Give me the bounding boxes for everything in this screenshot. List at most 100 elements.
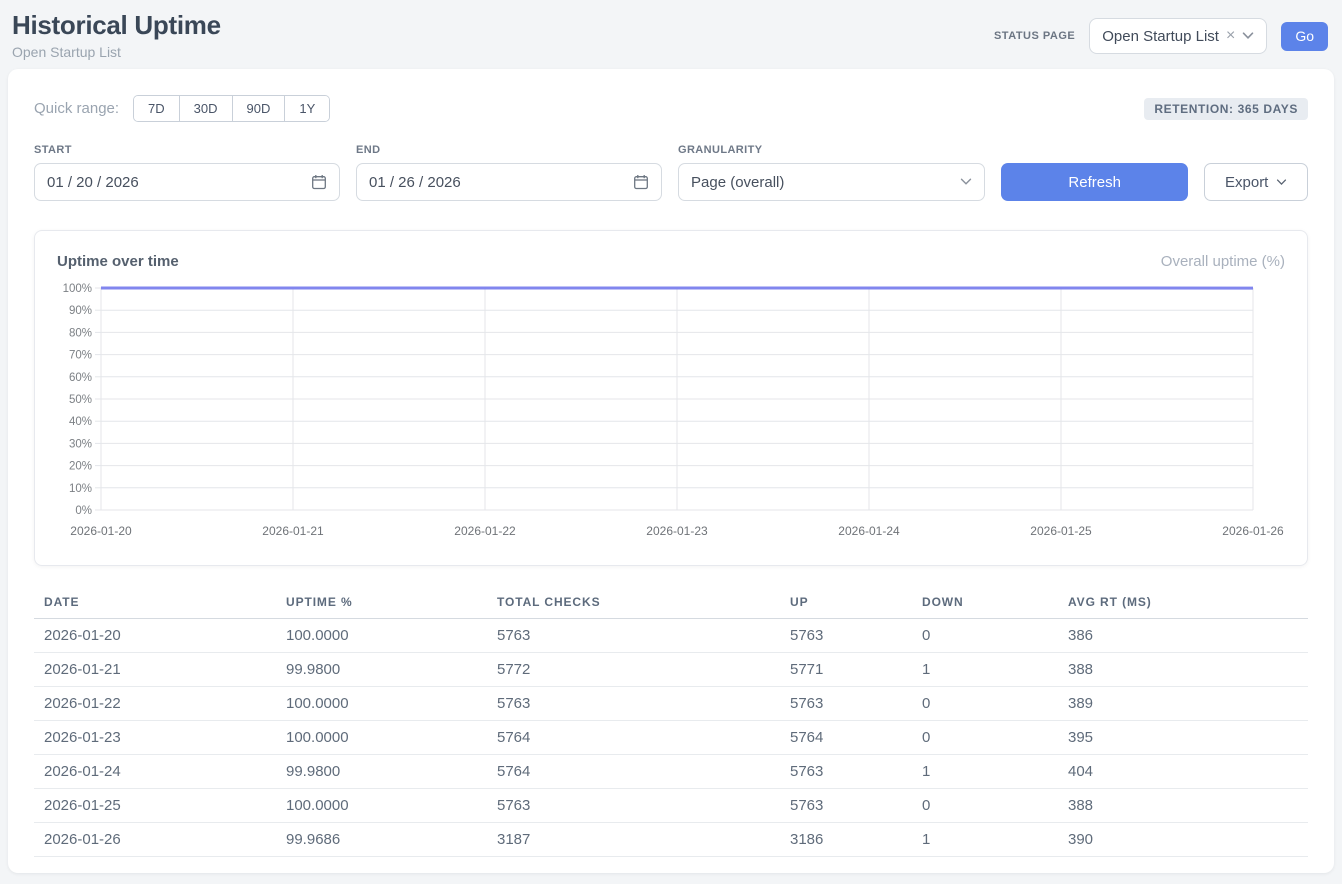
table-cell: 2026-01-20 [34, 619, 276, 653]
table-cell: 5763 [780, 687, 912, 721]
chevron-down-icon [1242, 32, 1254, 40]
table-cell: 5764 [487, 755, 780, 789]
table-cell: 5763 [780, 619, 912, 653]
x-axis-label: 2026-01-21 [262, 524, 324, 538]
column-header: DATE [34, 588, 276, 619]
uptime-chart-card: Uptime over time Overall uptime (%) 0%10… [34, 230, 1308, 566]
table-cell: 2026-01-24 [34, 755, 276, 789]
calendar-icon[interactable] [311, 174, 327, 190]
table-cell: 5772 [487, 653, 780, 687]
calendar-icon[interactable] [633, 174, 649, 190]
svg-text:80%: 80% [69, 327, 92, 339]
column-header: DOWN [912, 588, 1058, 619]
column-header: AVG RT (MS) [1058, 588, 1308, 619]
chart-title: Uptime over time [57, 253, 179, 270]
end-date-input[interactable]: 01 / 26 / 2026 [356, 163, 662, 201]
table-cell: 386 [1058, 619, 1308, 653]
quick-range-1y[interactable]: 1Y [284, 96, 329, 121]
table-row: 2026-01-2499.9800576457631404 [34, 755, 1308, 789]
granularity-value: Page (overall) [691, 174, 784, 191]
table-cell: 100.0000 [276, 721, 487, 755]
main-panel: Quick range: 7D30D90D1Y RETENTION: 365 D… [8, 69, 1334, 873]
table-cell: 0 [912, 619, 1058, 653]
x-axis-label: 2026-01-22 [454, 524, 516, 538]
page-subtitle: Open Startup List [12, 44, 221, 60]
table-cell: 1 [912, 653, 1058, 687]
start-date-input[interactable]: 01 / 20 / 2026 [34, 163, 340, 201]
table-cell: 3186 [780, 823, 912, 857]
quick-range-row: Quick range: 7D30D90D1Y RETENTION: 365 D… [34, 95, 1308, 122]
table-row: 2026-01-25100.0000576357630388 [34, 789, 1308, 823]
quick-range-90d[interactable]: 90D [232, 96, 285, 121]
export-label: Export [1225, 174, 1268, 191]
table-row: 2026-01-2199.9800577257711388 [34, 653, 1308, 687]
start-label: START [34, 144, 340, 156]
table-cell: 100.0000 [276, 789, 487, 823]
filter-row: START 01 / 20 / 2026 END 01 / 26 / 2026 … [34, 144, 1308, 201]
table-cell: 5763 [487, 619, 780, 653]
quick-range-7d[interactable]: 7D [134, 96, 179, 121]
export-button[interactable]: Export [1204, 163, 1308, 201]
svg-text:20%: 20% [69, 461, 92, 473]
column-header: UP [780, 588, 912, 619]
table-header: DATEUPTIME %TOTAL CHECKSUPDOWNAVG RT (MS… [34, 588, 1308, 619]
svg-text:70%: 70% [69, 350, 92, 362]
x-axis-label: 2026-01-23 [646, 524, 708, 538]
svg-text:60%: 60% [69, 372, 92, 384]
status-page-select[interactable]: Open Startup List × [1089, 18, 1267, 54]
table-row: 2026-01-20100.0000576357630386 [34, 619, 1308, 653]
table-cell: 404 [1058, 755, 1308, 789]
table-row: 2026-01-2699.9686318731861390 [34, 823, 1308, 857]
quick-range-30d[interactable]: 30D [179, 96, 232, 121]
chart-header: Uptime over time Overall uptime (%) [57, 253, 1285, 270]
header-titles: Historical Uptime Open Startup List [12, 10, 221, 60]
table-cell: 2026-01-23 [34, 721, 276, 755]
x-axis-label: 2026-01-26 [1222, 524, 1284, 538]
header-actions: STATUS PAGE Open Startup List × Go [994, 18, 1328, 54]
chart-legend: Overall uptime (%) [1161, 253, 1285, 270]
table-cell: 0 [912, 687, 1058, 721]
retention-badge: RETENTION: 365 DAYS [1144, 98, 1308, 120]
table-cell: 2026-01-22 [34, 687, 276, 721]
table-cell: 100.0000 [276, 619, 487, 653]
svg-text:10%: 10% [69, 483, 92, 495]
x-axis-label: 2026-01-25 [1030, 524, 1092, 538]
table-cell: 0 [912, 721, 1058, 755]
quick-range-label: Quick range: [34, 100, 119, 117]
table-cell: 5764 [487, 721, 780, 755]
status-page-label: STATUS PAGE [994, 30, 1075, 42]
chevron-down-icon [1276, 179, 1287, 186]
table-cell: 5771 [780, 653, 912, 687]
granularity-select[interactable]: Page (overall) [678, 163, 985, 201]
table-cell: 2026-01-26 [34, 823, 276, 857]
end-label: END [356, 144, 662, 156]
table-cell: 1 [912, 823, 1058, 857]
status-page-value: Open Startup List [1102, 28, 1219, 45]
svg-text:50%: 50% [69, 394, 92, 406]
svg-text:100%: 100% [63, 283, 92, 295]
uptime-table: DATEUPTIME %TOTAL CHECKSUPDOWNAVG RT (MS… [34, 588, 1308, 857]
svg-text:90%: 90% [69, 305, 92, 317]
refresh-button[interactable]: Refresh [1001, 163, 1188, 201]
table-cell: 3187 [487, 823, 780, 857]
table-cell: 2026-01-25 [34, 789, 276, 823]
quick-range-group: 7D30D90D1Y [133, 95, 330, 122]
go-button[interactable]: Go [1281, 22, 1328, 51]
table-cell: 99.9800 [276, 653, 487, 687]
table-cell: 99.9686 [276, 823, 487, 857]
clear-selection-icon[interactable]: × [1226, 28, 1235, 44]
table-cell: 390 [1058, 823, 1308, 857]
svg-text:30%: 30% [69, 438, 92, 450]
granularity-label: GRANULARITY [678, 144, 985, 156]
table-cell: 100.0000 [276, 687, 487, 721]
table-cell: 5763 [780, 755, 912, 789]
start-date-field: START 01 / 20 / 2026 [34, 144, 340, 201]
table-cell: 395 [1058, 721, 1308, 755]
end-date-field: END 01 / 26 / 2026 [356, 144, 662, 201]
table-row: 2026-01-22100.0000576357630389 [34, 687, 1308, 721]
granularity-field: GRANULARITY Page (overall) [678, 144, 985, 201]
end-date-value: 01 / 26 / 2026 [369, 174, 461, 191]
table-cell: 2026-01-21 [34, 653, 276, 687]
table-cell: 388 [1058, 789, 1308, 823]
page-header: Historical Uptime Open Startup List STAT… [0, 0, 1342, 69]
